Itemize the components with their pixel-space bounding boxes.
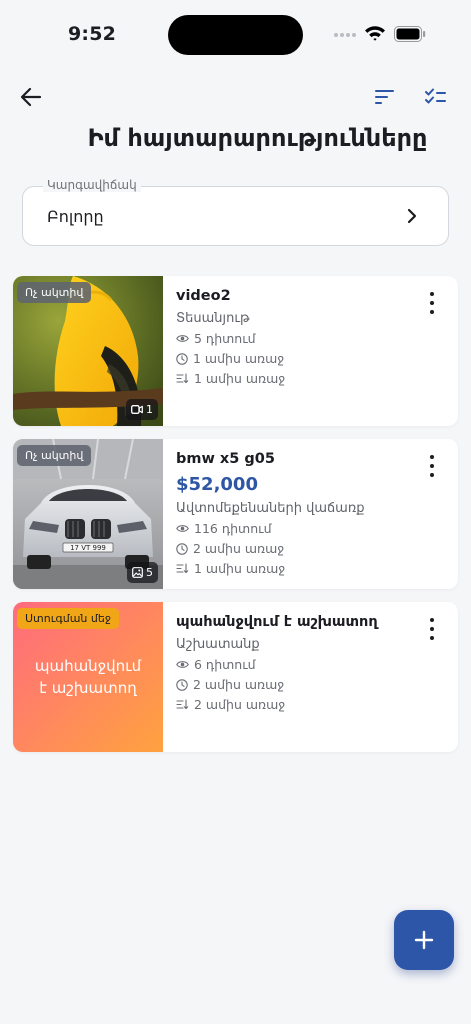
multi-select-button[interactable]: [421, 82, 451, 112]
updated-time: 1 ամիս առաջ: [194, 371, 286, 386]
kebab-dot: [430, 627, 434, 631]
page-title: Իմ հայտարարությունները: [87, 124, 428, 152]
status-badge: Ոչ ակտիվ: [17, 282, 92, 303]
listing-title: պահանջվում է աշխատող: [176, 614, 378, 630]
chevron-right-icon: [407, 208, 417, 224]
media-count-badge: 5: [127, 562, 158, 583]
kebab-dot: [430, 464, 434, 468]
updated-line: 2 ամիս առաջ: [176, 697, 285, 712]
updated-line: 1 ամիս առաջ: [176, 371, 285, 386]
kebab-dot: [430, 636, 434, 640]
listing-thumbnail[interactable]: Ոչ ակտիվ 1: [13, 276, 163, 426]
add-listing-button[interactable]: [394, 910, 454, 970]
arrow-left-icon: [20, 87, 42, 107]
kebab-dot: [430, 301, 434, 305]
refresh-list-icon: [176, 699, 189, 710]
media-count-value: 1: [146, 403, 153, 416]
more-options-button[interactable]: [420, 453, 444, 479]
clock-icon: [176, 352, 188, 365]
kebab-dot: [430, 455, 434, 459]
created-line: 2 ամիս առաջ: [176, 541, 284, 556]
created-line: 1 ամիս առաջ: [176, 351, 284, 366]
more-options-button[interactable]: [420, 616, 444, 642]
listing-category: Տեսանյութ: [176, 311, 250, 326]
listing-title: video2: [176, 288, 231, 304]
created-time: 2 ամիս առաջ: [193, 541, 285, 556]
sort-button[interactable]: [370, 82, 400, 112]
eye-icon: [176, 335, 189, 342]
listing-card[interactable]: 17 VT 999 Ոչ ակտիվ 5 bmw x5 g05 $52,000 …: [13, 439, 458, 589]
refresh-list-icon: [176, 563, 189, 574]
more-options-button[interactable]: [420, 290, 444, 316]
clock-icon: [176, 542, 188, 555]
clock-icon: [176, 678, 188, 691]
status-badge: Ստուգման մեջ: [17, 608, 120, 629]
dynamic-island: [168, 15, 303, 55]
sort-icon: [375, 90, 394, 104]
kebab-dot: [430, 473, 434, 477]
checklist-icon: [425, 88, 446, 104]
updated-time: 1 ամիս առաջ: [194, 561, 286, 576]
status-filter-label: Կարգավիճակ: [43, 178, 141, 192]
listing-price: $52,000: [176, 474, 258, 495]
media-count-value: 5: [146, 566, 153, 579]
cellular-signal-icon: [334, 33, 358, 39]
eye-icon: [176, 661, 189, 668]
listing-title: bmw x5 g05: [176, 451, 275, 467]
views-count: 5 դիտում: [194, 331, 256, 346]
updated-time: 2 ամիս առաջ: [194, 697, 286, 712]
listing-category: Աշխատանք: [176, 637, 260, 652]
created-time: 2 ամիս առաջ: [193, 677, 285, 692]
views-line: 116 դիտում: [176, 521, 272, 536]
views-line: 6 դիտում: [176, 657, 256, 672]
updated-line: 1 ամիս առաջ: [176, 561, 285, 576]
views-count: 6 դիտում: [194, 657, 256, 672]
kebab-dot: [430, 310, 434, 314]
battery-icon: [394, 26, 426, 42]
video-icon: [131, 405, 143, 414]
status-bar: 9:52: [0, 0, 471, 70]
kebab-dot: [430, 618, 434, 622]
listing-thumbnail[interactable]: 17 VT 999 Ոչ ակտիվ 5: [13, 439, 163, 589]
listing-card[interactable]: Ոչ ակտիվ 1 video2 Տեսանյութ 5 դիտում 1 ա…: [13, 276, 458, 426]
created-line: 2 ամիս առաջ: [176, 677, 284, 692]
kebab-dot: [430, 292, 434, 296]
status-filter-select[interactable]: Կարգավիճակ Բոլորը: [22, 178, 449, 246]
license-plate-text: 17 VT 999: [70, 544, 106, 552]
created-time: 1 ամիս առաջ: [193, 351, 285, 366]
status-badge: Ոչ ակտիվ: [17, 445, 92, 466]
eye-icon: [176, 525, 189, 532]
wifi-icon: [365, 26, 385, 41]
listing-category: Ավտոմեքենաների վաճառք: [176, 501, 365, 516]
media-count-badge: 1: [126, 399, 158, 420]
plus-icon: [414, 930, 434, 950]
back-button[interactable]: [14, 82, 48, 112]
listing-card[interactable]: պահանջվում է աշխատող Ստուգման մեջ պահանջ…: [13, 602, 458, 752]
views-line: 5 դիտում: [176, 331, 256, 346]
status-filter-value: Բոլորը: [47, 207, 104, 226]
refresh-list-icon: [176, 373, 189, 384]
status-time: 9:52: [68, 23, 117, 45]
listing-thumbnail[interactable]: պահանջվում է աշխատող Ստուգման մեջ: [13, 602, 163, 752]
image-icon: [132, 567, 143, 578]
views-count: 116 դիտում: [194, 521, 272, 536]
